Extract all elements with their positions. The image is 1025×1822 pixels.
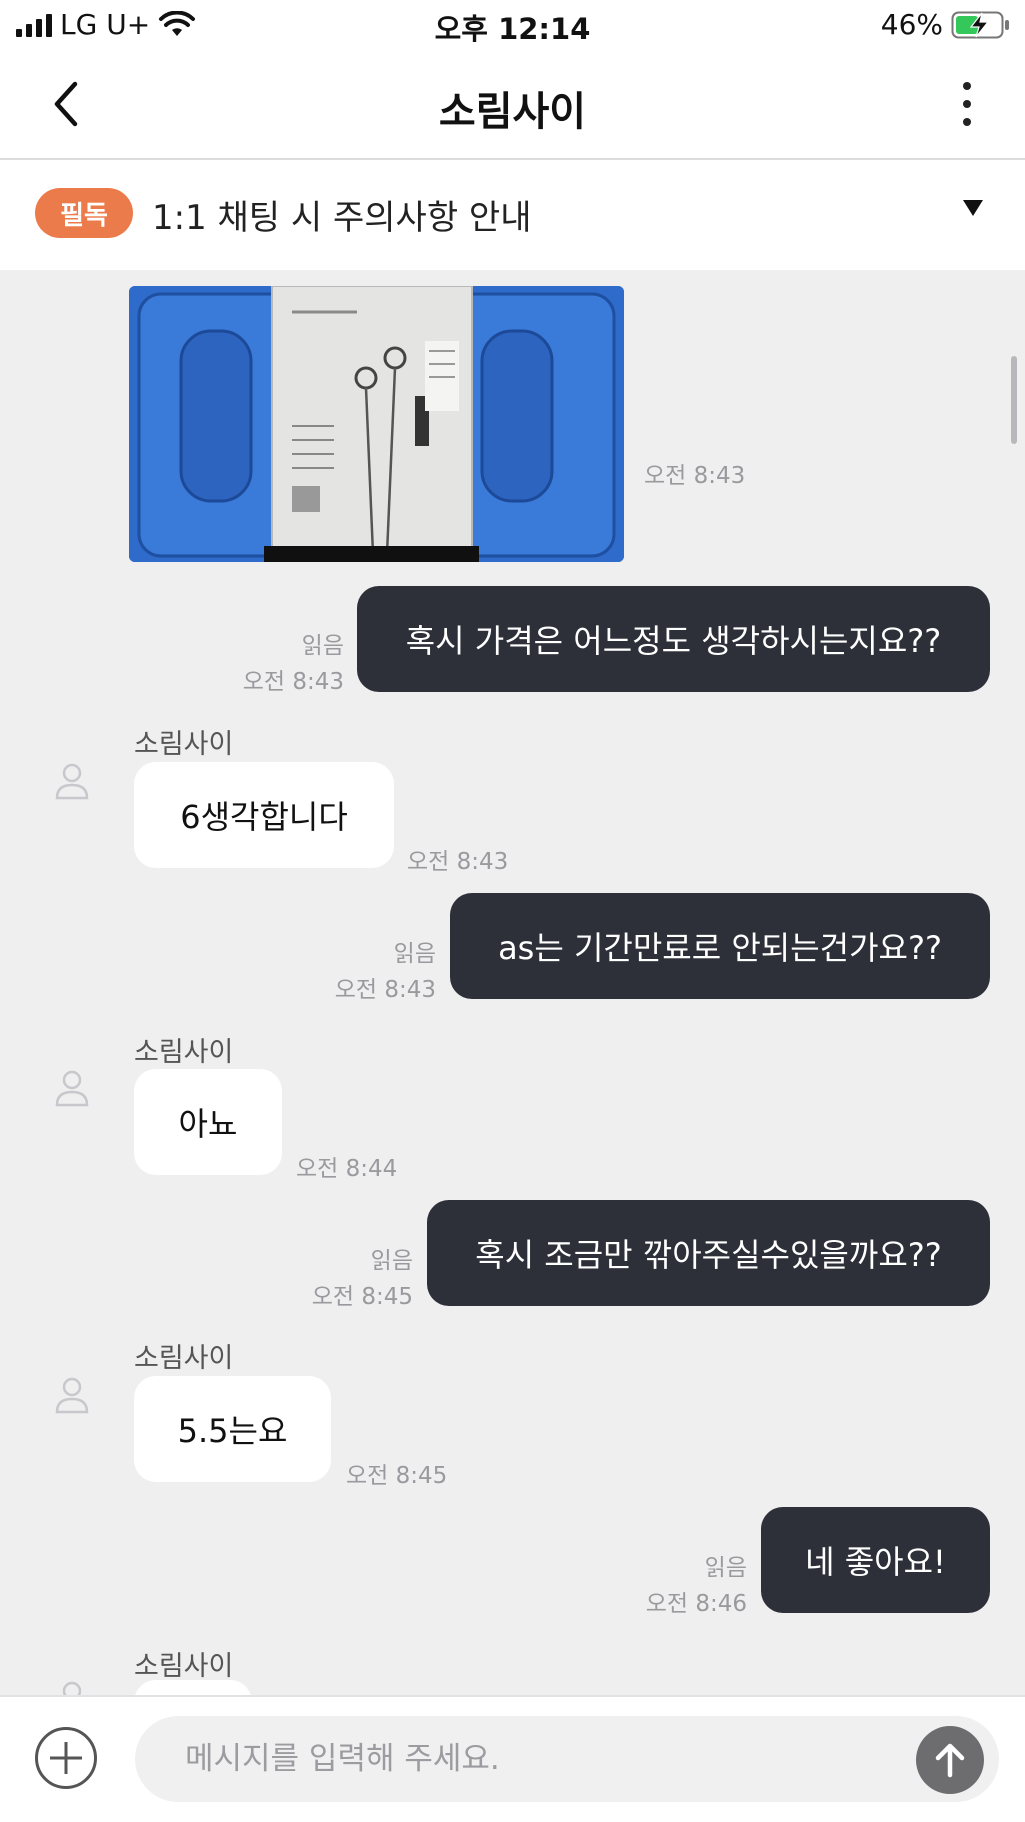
message-time: 오전 8:45 (346, 1463, 448, 1489)
outgoing-message[interactable]: 혹시 조금만 깎아주실수있을까요?? (427, 1200, 990, 1306)
message-time: 오전 8:44 (296, 1156, 398, 1182)
scrollbar[interactable] (1011, 356, 1017, 444)
incoming-message[interactable]: 아뇨 (134, 1069, 282, 1175)
chat-screen: LG U+ 오후 12:14 46% 소림사이 필독 1:1 채팅 시 주의사항… (0, 0, 1025, 1822)
chat-area[interactable]: 오전 8:43 혹시 가격은 어느정도 생각하시는지요?? 읽음 오전 8:43… (0, 270, 1025, 1695)
read-receipt: 읽음 (704, 1555, 747, 1581)
battery-percent: 46% (880, 8, 943, 41)
incoming-message[interactable]: 6생각합니다 (134, 762, 394, 868)
user-icon (55, 763, 89, 800)
image-message[interactable] (129, 286, 624, 562)
user-icon (62, 1681, 82, 1695)
message-input[interactable] (135, 1716, 999, 1802)
dropdown-arrow-icon[interactable] (963, 200, 983, 216)
notice-text: 1:1 채팅 시 주의사항 안내 (152, 198, 532, 238)
message-time: 오전 8:43 (644, 463, 746, 489)
sender-name: 소림사이 (134, 1651, 234, 1682)
sender-name: 소림사이 (134, 1343, 234, 1374)
status-time: 오후 12:14 (434, 12, 591, 46)
sender-name: 소림사이 (134, 729, 234, 760)
notice-badge: 필독 (35, 188, 133, 238)
battery-charging-icon (951, 11, 1009, 38)
earphones-photo (129, 286, 624, 562)
user-icon (55, 1070, 89, 1107)
incoming-message[interactable] (134, 1680, 252, 1695)
more-options-button[interactable] (937, 74, 997, 134)
input-bar (0, 1695, 1025, 1822)
read-receipt: 읽음 (393, 941, 436, 967)
message-time: 오전 8:46 (645, 1591, 747, 1617)
message-time: 오전 8:43 (242, 669, 344, 695)
send-button[interactable] (916, 1726, 984, 1794)
status-right: 46% (881, 8, 1011, 41)
app-header: 소림사이 (0, 52, 1025, 160)
message-time: 오전 8:43 (407, 849, 509, 875)
message-time: 오전 8:45 (311, 1284, 413, 1310)
plus-circle-icon[interactable] (35, 1727, 97, 1789)
read-receipt: 읽음 (301, 633, 344, 659)
more-vertical-icon (963, 82, 971, 90)
message-time: 오전 8:43 (334, 977, 436, 1003)
page-title: 소림사이 (438, 89, 587, 135)
status-bar: LG U+ 오후 12:14 46% (0, 0, 1025, 52)
notice-banner[interactable]: 필독 1:1 채팅 시 주의사항 안내 (0, 160, 1025, 270)
arrow-up-icon (935, 1743, 965, 1778)
outgoing-message[interactable]: as는 기간만료로 안되는건가요?? (450, 893, 990, 999)
read-receipt: 읽음 (370, 1248, 413, 1274)
incoming-message[interactable]: 5.5는요 (134, 1376, 331, 1482)
sender-name: 소림사이 (134, 1037, 234, 1068)
user-icon (55, 1377, 89, 1414)
outgoing-message[interactable]: 네 좋아요! (761, 1507, 990, 1613)
outgoing-message[interactable]: 혹시 가격은 어느정도 생각하시는지요?? (357, 586, 990, 692)
